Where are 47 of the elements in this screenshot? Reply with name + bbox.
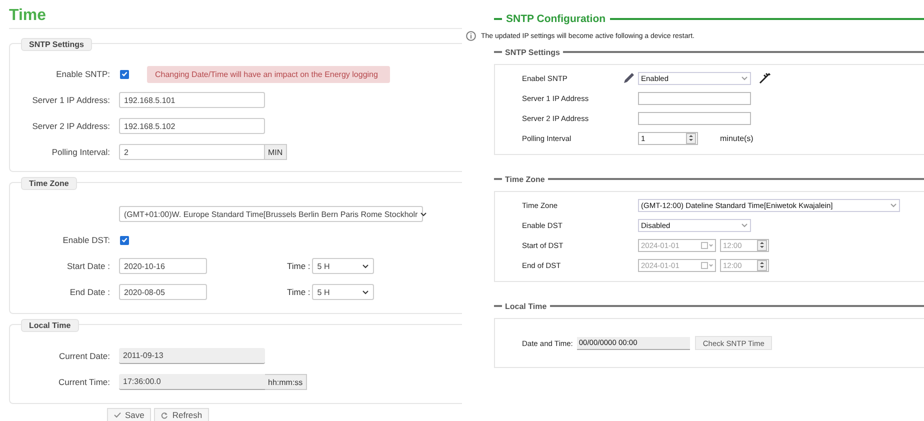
chevron-down-icon xyxy=(741,222,748,228)
chevron-down-icon xyxy=(362,264,370,268)
field-label: Server 1 IP Address: xyxy=(31,95,111,105)
section-legend: Local Time xyxy=(21,319,79,332)
input-field[interactable] xyxy=(638,112,751,124)
checkmark-icon xyxy=(114,412,121,418)
chevron-down-icon xyxy=(890,202,897,208)
page-title: Time xyxy=(9,6,48,26)
chevron-down-icon xyxy=(420,212,427,216)
chevron-down-icon xyxy=(362,290,370,294)
field-label: Time : xyxy=(287,287,310,297)
input-field[interactable]: 192.168.5.102 xyxy=(119,118,265,134)
input-field[interactable] xyxy=(638,92,751,104)
calendar-dropdown-icon xyxy=(701,242,713,248)
chevron-down-icon xyxy=(741,76,748,80)
dropdown[interactable]: 5 H xyxy=(312,258,374,274)
field-label: Polling Interval: xyxy=(50,147,111,157)
field-label: End Date : xyxy=(68,287,111,297)
field-label: Enable SNTP: xyxy=(55,69,111,79)
field-label: Time : xyxy=(287,261,310,271)
date-field[interactable]: 2020-10-16 xyxy=(119,258,207,274)
section-legend: Local Time xyxy=(505,302,547,310)
field-label: Server 2 IP Address: xyxy=(31,121,111,131)
section-legend: Time Zone xyxy=(21,177,77,190)
section-legend: SNTP Settings xyxy=(505,48,560,56)
warning-alert: Changing Date/Time will have an impact on the Energy logging xyxy=(147,66,390,82)
checkbox[interactable] xyxy=(120,70,129,78)
refresh-icon xyxy=(161,412,168,418)
info-icon xyxy=(466,31,476,41)
calendar-dropdown-icon xyxy=(701,262,713,268)
section-title: SNTP Configuration xyxy=(506,13,606,25)
unit-label: minute(s) xyxy=(720,134,754,142)
section-legend: SNTP Settings xyxy=(21,38,92,51)
field-label: Start Date : xyxy=(66,261,111,271)
field-label: Current Date: xyxy=(58,351,111,361)
dropdown[interactable]: 5 H xyxy=(312,284,374,300)
save-button[interactable]: Save xyxy=(107,408,152,421)
pencil-icon[interactable] xyxy=(623,72,635,84)
section-legend: Time Zone xyxy=(505,174,545,184)
input-field[interactable]: 192.168.5.101 xyxy=(119,92,265,108)
field-label: Current Time: xyxy=(58,377,111,387)
refresh-button[interactable]: Refresh xyxy=(154,408,210,421)
date-field[interactable]: 2020-08-05 xyxy=(119,284,207,300)
field-label: Enable DST: xyxy=(62,235,111,245)
readonly-field: 2011-09-13 xyxy=(119,348,265,364)
checkbox[interactable] xyxy=(120,236,129,244)
wrench-icon[interactable] xyxy=(759,72,771,84)
